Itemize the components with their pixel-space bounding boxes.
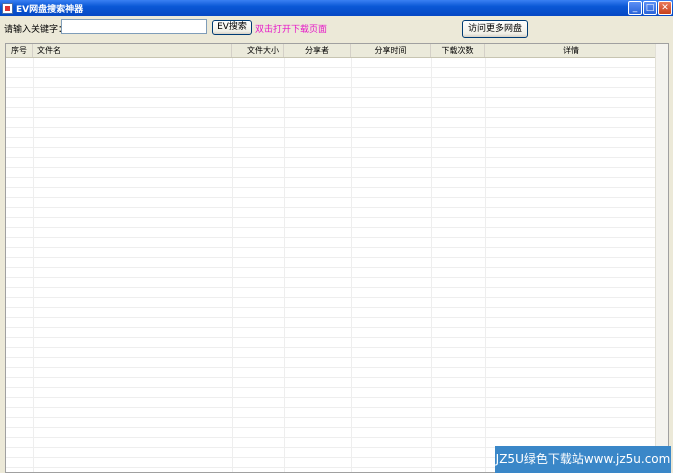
table-row[interactable] [6, 148, 668, 158]
table-row[interactable] [6, 348, 668, 358]
window-controls: _ □ ✕ [628, 1, 672, 15]
column-header-downloads[interactable]: 下载次数 [431, 44, 485, 57]
table-row[interactable] [6, 298, 668, 308]
keyword-label: 请输入关键字： [4, 25, 68, 35]
column-header-sharer[interactable]: 分享者 [284, 44, 351, 57]
table-row[interactable] [6, 378, 668, 388]
keyword-input[interactable] [61, 19, 207, 34]
table-row[interactable] [6, 358, 668, 368]
table-row[interactable] [6, 288, 668, 298]
table-row[interactable] [6, 88, 668, 98]
table-row[interactable] [6, 248, 668, 258]
table-row[interactable] [6, 168, 668, 178]
more-disks-button[interactable]: 访问更多网盘 [462, 20, 528, 38]
ev-search-button[interactable]: EV搜索 [212, 20, 252, 35]
column-header-details[interactable]: 详情 [485, 44, 658, 57]
table-row[interactable] [6, 408, 668, 418]
minimize-button[interactable]: _ [628, 1, 642, 15]
watermark-logo: JZ5U绿色下载站www.jz5u.com [495, 446, 671, 473]
table-body [6, 58, 668, 472]
table-row[interactable] [6, 318, 668, 328]
column-header-share-time[interactable]: 分享时间 [351, 44, 431, 57]
table-row[interactable] [6, 58, 668, 68]
table-row[interactable] [6, 228, 668, 238]
table-row[interactable] [6, 338, 668, 348]
table-row[interactable] [6, 428, 668, 438]
maximize-button[interactable]: □ [643, 1, 657, 15]
column-header-filesize[interactable]: 文件大小 [232, 44, 284, 57]
app-icon [2, 2, 13, 14]
table-row[interactable] [6, 188, 668, 198]
table-row[interactable] [6, 268, 668, 278]
table-row[interactable] [6, 218, 668, 228]
table-row[interactable] [6, 208, 668, 218]
table-row[interactable] [6, 68, 668, 78]
table-row[interactable] [6, 328, 668, 338]
results-table[interactable]: 序号 文件名 文件大小 分享者 分享时间 下载次数 详情 [5, 43, 669, 473]
column-header-index[interactable]: 序号 [6, 44, 33, 57]
table-row[interactable] [6, 278, 668, 288]
table-row[interactable] [6, 128, 668, 138]
column-header-filename[interactable]: 文件名 [33, 44, 232, 57]
close-button[interactable]: ✕ [658, 1, 672, 15]
title-bar: EV网盘搜索神器 _ □ ✕ [0, 0, 673, 16]
table-row[interactable] [6, 198, 668, 208]
table-row[interactable] [6, 158, 668, 168]
table-row[interactable] [6, 98, 668, 108]
table-row[interactable] [6, 398, 668, 408]
table-row[interactable] [6, 388, 668, 398]
vertical-scrollbar[interactable] [655, 44, 668, 472]
table-row[interactable] [6, 308, 668, 318]
table-row[interactable] [6, 238, 668, 248]
table-header: 序号 文件名 文件大小 分享者 分享时间 下载次数 详情 [6, 44, 668, 58]
table-row[interactable] [6, 108, 668, 118]
table-row[interactable] [6, 138, 668, 148]
double-click-hint: 双击打开下载页面 [255, 25, 328, 35]
table-row[interactable] [6, 118, 668, 128]
table-row[interactable] [6, 178, 668, 188]
table-row[interactable] [6, 368, 668, 378]
table-row[interactable] [6, 418, 668, 428]
window-title: EV网盘搜索神器 [16, 4, 84, 15]
table-row[interactable] [6, 78, 668, 88]
table-row[interactable] [6, 258, 668, 268]
